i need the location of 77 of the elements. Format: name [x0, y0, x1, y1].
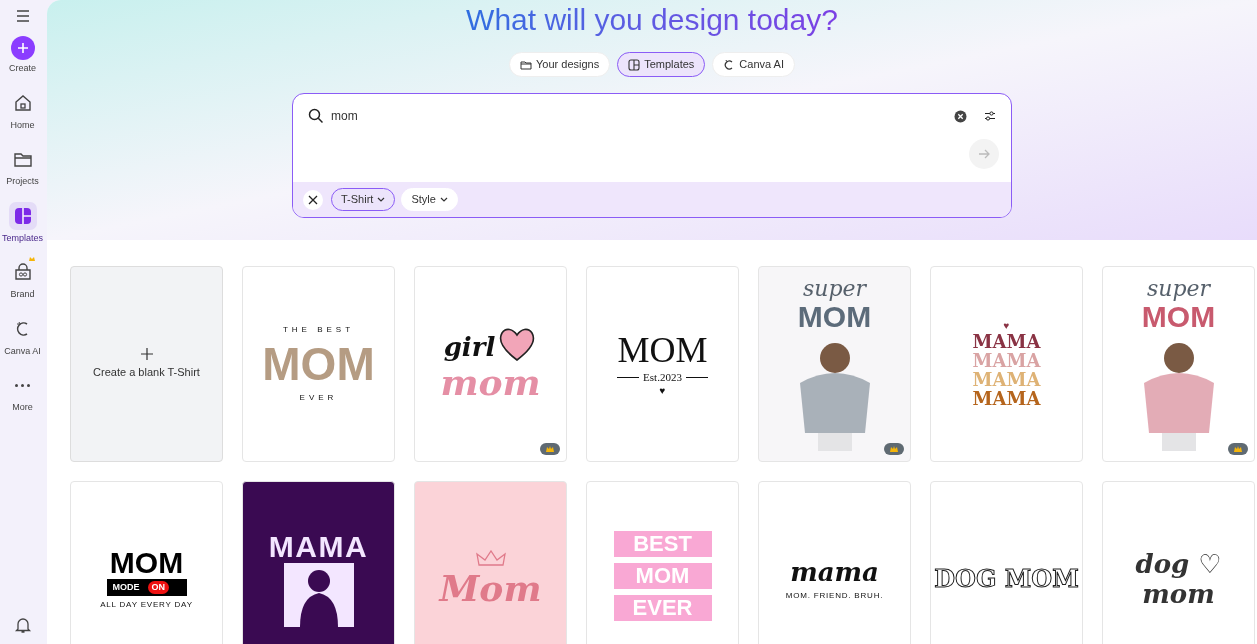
create-blank-button[interactable]: Create a blank T-Shirt [70, 266, 223, 462]
sidebar-item[interactable]: Home [0, 88, 45, 132]
design-text: MOM. FRIEND. BRUH. [785, 589, 884, 602]
design-text: super [1146, 277, 1211, 301]
design-text: mama [790, 556, 879, 587]
template-card[interactable]: MAMA [242, 481, 395, 644]
crown-icon [546, 445, 554, 453]
design-text: dog ♡ [1135, 549, 1222, 579]
template-card[interactable]: ♥ MAMA MAMA MAMA MAMA [930, 266, 1083, 462]
home-icon [12, 92, 33, 113]
sidebar-item[interactable]: Projects [0, 145, 45, 189]
design-text: MOM [613, 563, 712, 589]
bag-icon [12, 262, 33, 282]
sidebar-item[interactable]: Templates [0, 201, 45, 245]
template-card[interactable]: dog ♡ mom [1102, 481, 1255, 644]
chevron-down-icon [377, 196, 386, 203]
template-card[interactable]: MOM MODE ON ALL DAY EVERY DAY [70, 481, 223, 644]
search-input[interactable]: mom [331, 107, 954, 125]
template-card[interactable]: THE BEST MOM EVER [242, 266, 395, 462]
filter-chip[interactable]: T-Shirt [331, 188, 396, 211]
search-icon [308, 108, 324, 124]
design-text: BEST [613, 531, 712, 557]
menu-icon[interactable] [15, 10, 30, 22]
tab[interactable]: Templates [617, 52, 706, 77]
design-text: mom [440, 362, 541, 402]
design-text: MAMA [972, 332, 1041, 351]
design-text: EVER [613, 595, 712, 621]
clear-icon[interactable] [954, 109, 967, 123]
design-text: MOM [617, 330, 708, 369]
design-text: THE BEST [282, 324, 355, 336]
template-card[interactable]: DOG MOM [930, 481, 1083, 644]
clear-filters-button[interactable] [303, 189, 323, 210]
plus-icon [16, 42, 29, 54]
design-text: ♥ [659, 385, 666, 398]
sidebar-item[interactable]: Create [0, 36, 45, 76]
filter-sliders-icon[interactable] [984, 110, 996, 122]
template-card[interactable]: super MOM [1102, 266, 1255, 462]
design-text: ♥ [1003, 320, 1010, 332]
templates-icon [628, 58, 641, 71]
design-text: DOG MOM [934, 563, 1079, 595]
design-text: ALL DAY EVERY DAY [100, 599, 193, 612]
design-text: girl [443, 332, 496, 362]
tab[interactable]: Your designs [509, 52, 611, 77]
arrow-right-icon [978, 149, 990, 159]
tab[interactable]: Canva AI [712, 52, 795, 77]
design-text: MAMA [972, 351, 1041, 370]
filter-chip[interactable]: Style [401, 188, 458, 211]
design-text: super [802, 277, 867, 301]
design-text: MOM [797, 301, 872, 333]
sidebar-item[interactable]: Brand [0, 258, 45, 302]
plus-icon [140, 347, 153, 360]
mode-bar: MODE ON [106, 578, 187, 597]
template-card[interactable]: MOM Est.2023 ♥ [586, 266, 739, 462]
crown-icon [1234, 445, 1242, 453]
template-card[interactable]: girl mom [414, 266, 567, 462]
notification-bell-icon[interactable] [13, 616, 32, 634]
template-card[interactable]: super MOM [758, 266, 911, 462]
design-text: MAMA [972, 370, 1041, 389]
folder-icon [520, 58, 532, 71]
template-card[interactable]: mama MOM. FRIEND. BRUH. [758, 481, 911, 644]
crown-icon [475, 550, 506, 568]
sidebar-item[interactable]: More [0, 371, 45, 415]
design-text: EVER [299, 392, 338, 404]
design-text: mom [1142, 579, 1215, 609]
templates-icon [12, 205, 33, 226]
sidebar-item[interactable]: Canva AI [0, 314, 45, 358]
crown-icon [890, 445, 898, 453]
design-text: MOM [1141, 301, 1216, 333]
design-text: MAMA [972, 389, 1041, 408]
design-text: MOM [109, 546, 184, 579]
more-icon [15, 383, 30, 387]
design-text: MAMA [268, 531, 369, 563]
design-text: MOM [262, 341, 375, 387]
design-text: Est.2023 [643, 369, 682, 385]
design-text: Mom [439, 568, 542, 608]
chevron-down-icon [439, 196, 448, 203]
close-icon [308, 194, 318, 205]
